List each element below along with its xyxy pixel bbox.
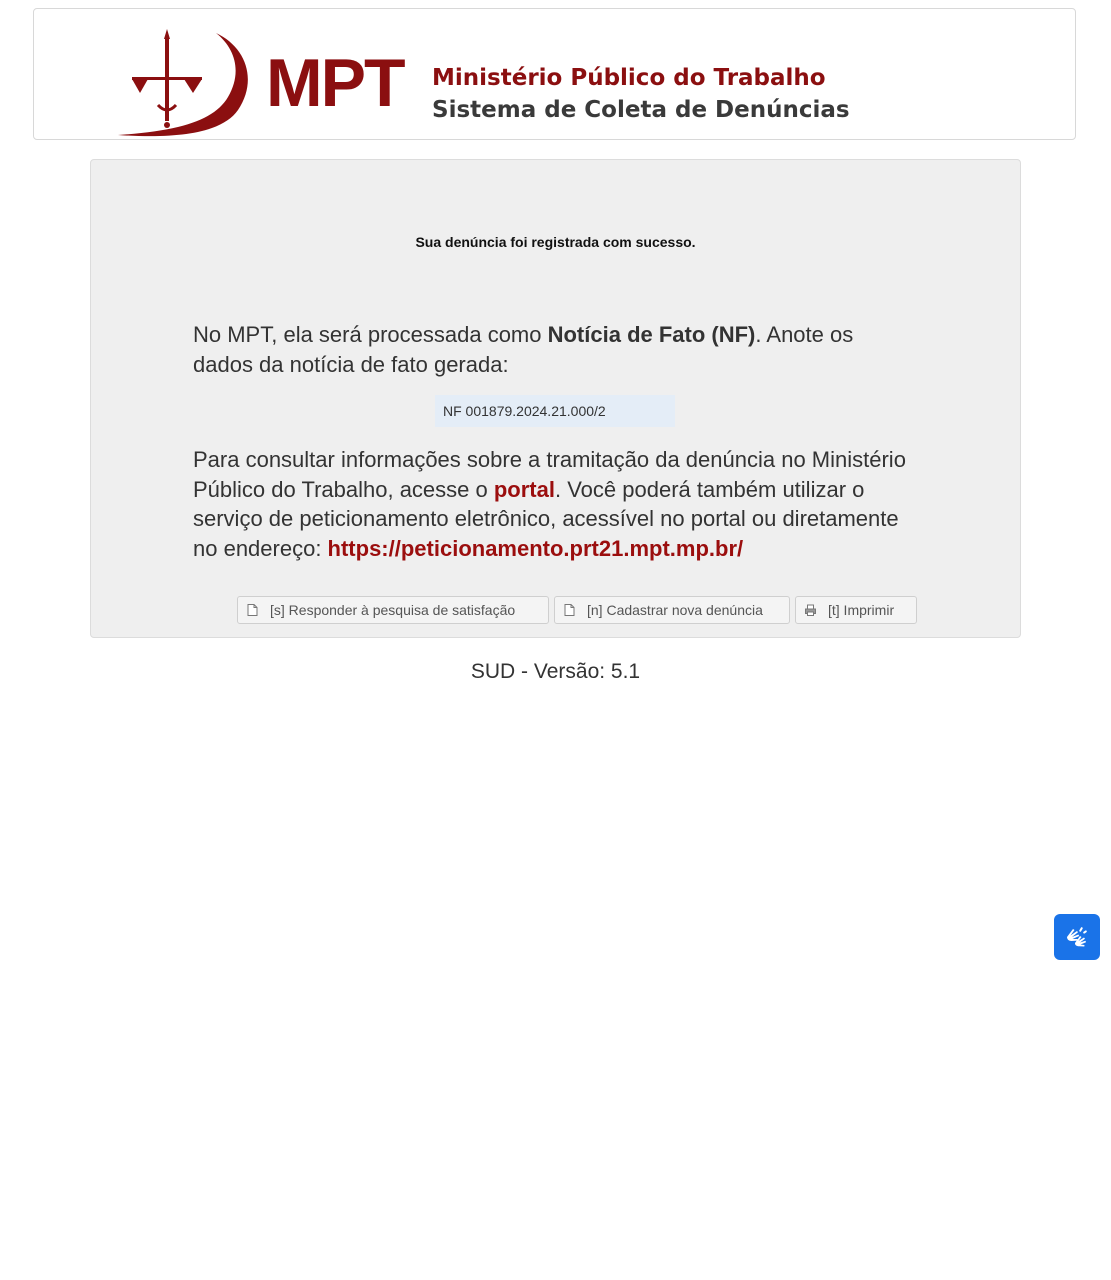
mpt-emblem-icon <box>118 29 248 137</box>
new-complaint-button[interactable]: [n] Cadastrar nova denúncia <box>554 596 790 624</box>
portal-link[interactable]: portal <box>494 477 555 502</box>
version-footer: SUD - Versão: 5.1 <box>470 660 641 683</box>
portal-info-paragraph: Para consultar informações sobre a trami… <box>193 445 913 563</box>
logo-subtitle: Sistema de Coleta de Denúncias <box>432 97 850 123</box>
printer-icon <box>805 604 816 616</box>
nf-number: NF 001879.2024.21.000/2 <box>435 395 675 427</box>
document-icon <box>247 604 258 616</box>
peticionamento-link[interactable]: https://peticionamento.prt21.mpt.mp.br/ <box>328 536 744 561</box>
print-button-label: [t] Imprimir <box>828 602 895 618</box>
page: MPT Ministério Público do Trabalho Siste… <box>0 0 1111 1280</box>
header: MPT Ministério Público do Trabalho Siste… <box>33 8 1076 140</box>
confirmation-panel: Sua denúncia foi registrada com sucesso.… <box>90 159 1021 638</box>
logo-title: Ministério Público do Trabalho <box>432 65 826 91</box>
para1-text: No MPT, ela será processada como <box>193 322 548 347</box>
new-complaint-button-label: [n] Cadastrar nova denúncia <box>587 602 763 618</box>
success-message: Sua denúncia foi registrada com sucesso. <box>415 234 696 250</box>
accessibility-widget-button[interactable] <box>1054 914 1100 960</box>
survey-button[interactable]: [s] Responder à pesquisa de satisfação <box>237 596 549 624</box>
sign-language-hands-icon <box>1067 927 1087 947</box>
survey-button-label: [s] Responder à pesquisa de satisfação <box>270 602 516 618</box>
mpt-logo: MPT Ministério Público do Trabalho Siste… <box>118 25 850 137</box>
nf-label: Notícia de Fato (NF) <box>547 322 756 347</box>
print-button[interactable]: [t] Imprimir <box>795 596 917 624</box>
document-icon <box>564 604 575 616</box>
logo-abbreviation: MPT <box>266 45 406 121</box>
nf-info-paragraph: No MPT, ela será processada como Notícia… <box>193 320 913 379</box>
